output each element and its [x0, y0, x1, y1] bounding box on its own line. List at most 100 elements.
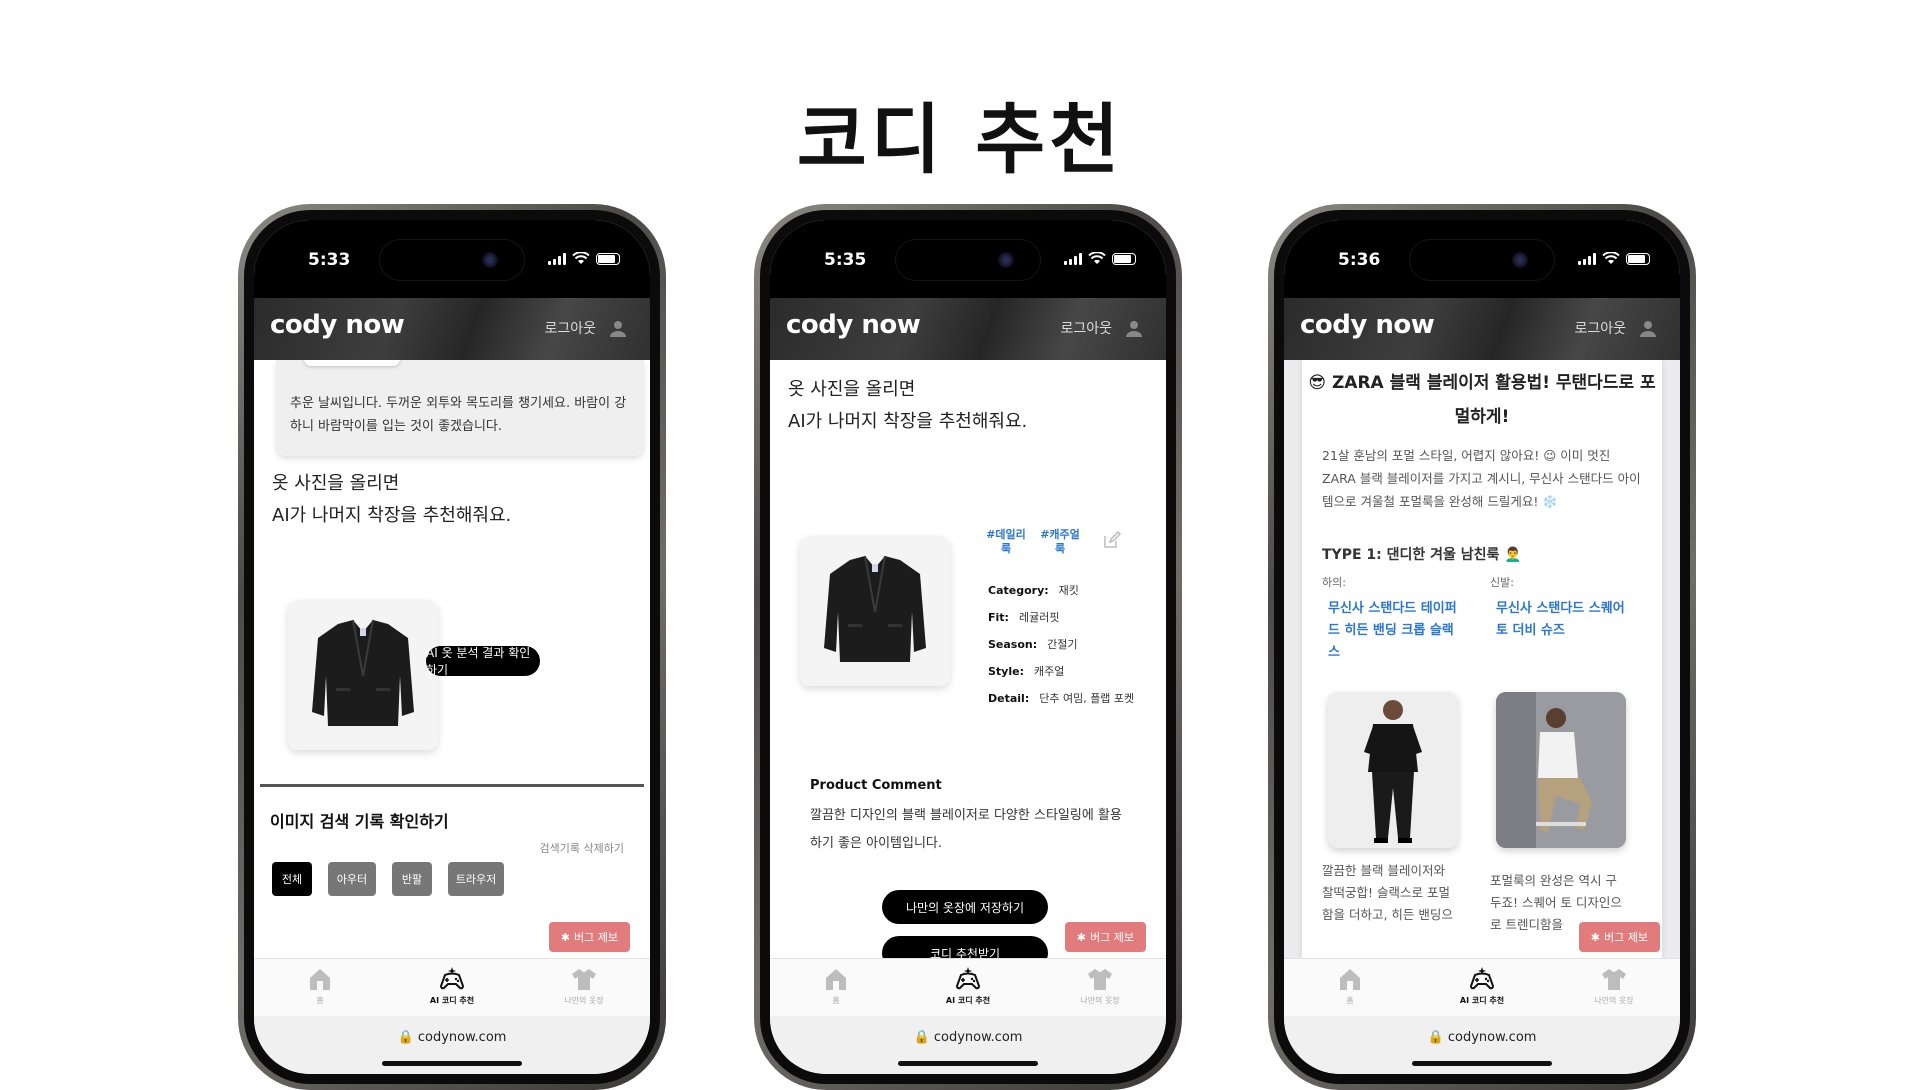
battery-icon — [1626, 252, 1650, 265]
user-icon[interactable] — [1638, 318, 1658, 338]
phone-screen: 5:33 cody now 로그아웃 추운 날씨입니다. 두꺼운 외투와 목도리… — [254, 220, 650, 1074]
weather-card: 추운 날씨입니다. 두꺼운 외투와 목도리를 챙기세요. 바람이 강하니 바람막… — [276, 360, 644, 456]
main-content[interactable]: 옷 사진을 올리면 AI가 나머지 착장을 추천해줘요. #데일리룩 #캐주얼룩… — [770, 360, 1166, 958]
jacket-image — [824, 555, 926, 662]
browser-url-bar[interactable]: 🔒 codynow.com — [1284, 1016, 1680, 1074]
filter-chip-tshirt[interactable]: 반팔 — [392, 862, 432, 896]
main-content[interactable]: 추운 날씨입니다. 두꺼운 외투와 목도리를 챙기세요. 바람이 강하니 바람막… — [254, 360, 650, 958]
bug-icon: ✱ — [1076, 930, 1087, 944]
bug-report-button[interactable]: ✱ 버그 제보 — [1578, 922, 1660, 952]
wifi-icon — [1602, 252, 1620, 264]
status-time: 5:36 — [1338, 250, 1381, 270]
dynamic-island — [380, 240, 524, 280]
shoes-product-image[interactable] — [1496, 692, 1626, 848]
app-header: cody now 로그아웃 — [254, 298, 650, 360]
bottom-tab-bar: 홈 AI 코디 추천 나만의 옷장 — [770, 958, 1166, 1016]
bottom-product-image[interactable] — [1328, 692, 1458, 848]
weather-tag — [304, 360, 400, 366]
lock-icon: 🔒 — [1427, 1030, 1444, 1045]
shirt-icon — [572, 969, 596, 990]
comment-title: Product Comment — [810, 778, 942, 793]
logout-button[interactable]: 로그아웃 — [544, 318, 596, 338]
home-icon — [1340, 969, 1360, 990]
ai-analysis-button[interactable]: AI 옷 분석 결과 확인하기 — [426, 646, 540, 677]
uploaded-image[interactable] — [800, 536, 950, 686]
bottom-tab-bar: 홈 AI 코디 추천 나만의 옷장 — [1284, 958, 1680, 1016]
browser-url-bar[interactable]: 🔒 codynow.com — [770, 1016, 1166, 1074]
phone-screen: 5:35 cody now 로그아웃 옷 사진을 올리면 AI가 나머지 착장을… — [770, 220, 1166, 1074]
app-logo[interactable]: cody now — [1300, 310, 1435, 340]
jacket-image — [312, 619, 414, 726]
headline-line: 옷 사진을 올리면 — [788, 379, 916, 400]
attr-detail: Detail: 단추 여밈, 플랩 포켓 — [988, 692, 1135, 705]
bug-report-label: 버그 제보 — [574, 931, 618, 944]
phone-mockup-1: 5:33 cody now 로그아웃 추운 날씨입니다. 두꺼운 외투와 목도리… — [238, 204, 666, 1090]
tab-closet[interactable]: 나만의 옷장 — [1034, 959, 1166, 1016]
tab-label: AI 코디 추천 — [1459, 996, 1505, 1005]
home-indicator — [382, 1061, 522, 1066]
app-logo[interactable]: cody now — [270, 310, 405, 340]
attr-season: Season: 간절기 — [988, 638, 1078, 651]
bug-report-label: 버그 제보 — [1090, 931, 1134, 944]
gamepad-icon — [1469, 967, 1495, 990]
status-time: 5:33 — [308, 250, 351, 270]
lock-icon: 🔒 — [913, 1030, 930, 1045]
style-tag[interactable]: #캐주얼룩 — [1040, 528, 1080, 556]
headline-line: 옷 사진을 올리면 — [272, 473, 400, 494]
wifi-icon — [1088, 252, 1106, 264]
bottom-label: 하의: — [1322, 576, 1346, 589]
bug-report-button[interactable]: ✱ 버그 제보 — [548, 922, 630, 952]
bug-report-button[interactable]: ✱ 버그 제보 — [1064, 922, 1146, 952]
tab-closet[interactable]: 나만의 옷장 — [518, 959, 650, 1016]
tab-closet[interactable]: 나만의 옷장 — [1548, 959, 1680, 1016]
weather-text: 추운 날씨입니다. 두꺼운 외투와 목도리를 챙기세요. 바람이 강하니 바람막… — [290, 396, 627, 434]
tab-ai-coordi[interactable]: AI 코디 추천 — [902, 959, 1034, 1016]
tab-label: 나만의 옷장 — [1594, 996, 1634, 1005]
filter-chip-all[interactable]: 전체 — [272, 862, 312, 896]
filter-chip-outer[interactable]: 아우터 — [328, 862, 376, 896]
app-logo[interactable]: cody now — [786, 310, 921, 340]
main-content[interactable]: 😎 ZARA 블랙 블레이저 활용법! 무탠다드로 포멀하게! 21살 훈남의 … — [1284, 360, 1680, 958]
phone-mockup-2: 5:35 cody now 로그아웃 옷 사진을 올리면 AI가 나머지 착장을… — [754, 204, 1182, 1090]
phone-screen: 5:36 cody now 로그아웃 😎 ZARA 블랙 블레이저 활용법! 무… — [1284, 220, 1680, 1074]
shoes-product-link[interactable]: 무신사 스탠다드 스퀘어 토 더비 슈즈 — [1496, 598, 1628, 642]
bottom-product-desc: 깔끔한 블랙 블레이저와 찰떡궁합! 슬랙스로 포멀함을 더하고, 히든 밴딩으… — [1322, 863, 1453, 930]
tab-label: 홈 — [316, 996, 324, 1005]
home-icon — [310, 969, 330, 990]
bottom-product-link[interactable]: 무신사 스탠다드 테이퍼드 히든 밴딩 크롭 슬랙스 — [1328, 598, 1460, 664]
get-recommendation-button[interactable]: 코디 추천받기 — [882, 936, 1048, 958]
url-text: codynow.com — [1447, 1030, 1537, 1045]
tab-label: AI 코디 추천 — [429, 996, 475, 1005]
tab-ai-coordi[interactable]: AI 코디 추천 — [386, 959, 518, 1016]
logout-button[interactable]: 로그아웃 — [1060, 318, 1112, 338]
user-icon[interactable] — [608, 318, 628, 338]
edit-icon[interactable] — [1102, 530, 1122, 550]
app-header: cody now 로그아웃 — [770, 298, 1166, 360]
tab-label: 홈 — [1346, 996, 1354, 1005]
url-text: codynow.com — [933, 1030, 1023, 1045]
tab-home[interactable]: 홈 — [254, 959, 386, 1016]
tab-home[interactable]: 홈 — [1284, 959, 1416, 1016]
user-icon[interactable] — [1124, 318, 1144, 338]
home-icon — [826, 969, 846, 990]
type-title: TYPE 1: 댄디한 겨울 남친룩 👨‍🦱 — [1322, 547, 1522, 563]
status-bar: 5:33 — [254, 220, 650, 298]
attr-fit: Fit: 레귤러핏 — [988, 611, 1060, 624]
attr-category: Category: 재킷 — [988, 584, 1079, 597]
filter-chip-trouser[interactable]: 트라우저 — [448, 862, 504, 896]
uploaded-image[interactable] — [288, 600, 438, 750]
save-to-closet-button[interactable]: 나만의 옷장에 저장하기 — [882, 890, 1048, 924]
tab-home[interactable]: 홈 — [770, 959, 902, 1016]
history-title: 이미지 검색 기록 확인하기 — [270, 812, 449, 831]
clear-history-link[interactable]: 검색기록 삭제하기 — [540, 840, 624, 856]
tab-ai-coordi[interactable]: AI 코디 추천 — [1416, 959, 1548, 1016]
signal-icon — [1064, 252, 1082, 265]
shirt-icon — [1088, 969, 1112, 990]
shirt-icon — [1602, 969, 1626, 990]
style-tag[interactable]: #데일리룩 — [986, 528, 1026, 556]
logout-button[interactable]: 로그아웃 — [1574, 318, 1626, 338]
shoes-label: 신발: — [1490, 576, 1514, 589]
tab-label: 나만의 옷장 — [1080, 996, 1120, 1005]
browser-url-bar[interactable]: 🔒 codynow.com — [254, 1016, 650, 1074]
divider — [260, 784, 644, 787]
